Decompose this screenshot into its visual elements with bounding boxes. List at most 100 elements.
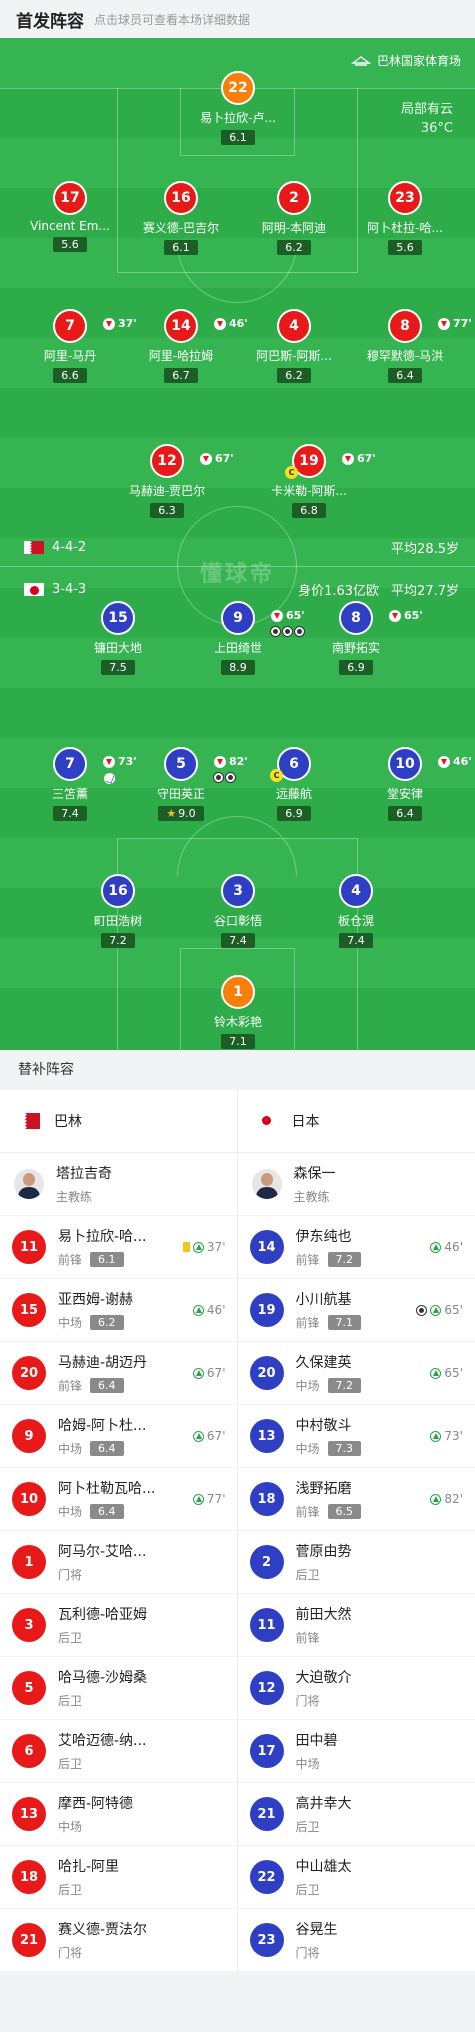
- away-coach[interactable]: 森保一 主教练: [238, 1153, 475, 1215]
- home-sub-player[interactable]: 1阿马尔-艾哈...门将: [0, 1531, 238, 1593]
- subs-home-team[interactable]: 巴林: [0, 1090, 238, 1152]
- away-sub-player[interactable]: 18浅野拓磨前锋6.582': [238, 1468, 475, 1530]
- away-sub-player[interactable]: 23谷晃生门将: [238, 1909, 475, 1971]
- sub-rating: 6.2: [90, 1315, 124, 1330]
- sub-number: 21: [12, 1923, 46, 1957]
- sub-number: 1: [12, 1545, 46, 1579]
- player-name: 町田浩树: [63, 912, 173, 929]
- sub-position: 中场: [58, 1818, 82, 1835]
- home-coach[interactable]: 塔拉吉奇 主教练: [0, 1153, 238, 1215]
- sub-number: 23: [250, 1923, 284, 1957]
- player-name: 阿巴斯-阿斯...: [239, 347, 349, 364]
- sub-number: 9: [12, 1419, 46, 1453]
- player-number: 15: [101, 601, 135, 635]
- home-sub-player[interactable]: 6艾哈迈德-纳...后卫: [0, 1720, 238, 1782]
- player-name: 阿里-哈拉姆: [126, 347, 236, 364]
- away-player[interactable]: 1铃木彩艳7.1: [183, 975, 293, 1049]
- home-player[interactable]: 1967'C卡米勒-阿斯...6.8: [254, 444, 364, 518]
- home-avg-age: 平均28.5岁: [391, 538, 459, 557]
- away-player[interactable]: 16町田浩树7.2: [63, 874, 173, 948]
- home-sub-player[interactable]: 3瓦利德-哈亚姆后卫: [0, 1594, 238, 1656]
- home-sub-player[interactable]: 5哈马德-沙姆桑后卫: [0, 1657, 238, 1719]
- sub-rating: 6.4: [90, 1504, 124, 1519]
- player-name: 马赫迪-贾巴尔: [112, 482, 222, 499]
- player-number: 3: [221, 874, 255, 908]
- sub-rating: 6.1: [90, 1252, 124, 1267]
- away-sub-player[interactable]: 11前田大然前锋: [238, 1594, 475, 1656]
- home-player[interactable]: 877'穆罕默德-马洪6.4: [350, 309, 460, 383]
- away-player[interactable]: 1046'堂安律6.4: [350, 747, 460, 821]
- away-player[interactable]: 773'三笘薰7.4: [15, 747, 125, 821]
- player-name: 上田绮世: [183, 639, 293, 656]
- away-player[interactable]: 3谷口彰悟7.4: [183, 874, 293, 948]
- sub-on-icon: [430, 1368, 441, 1379]
- home-player[interactable]: 16赛义德-巴吉尔6.1: [126, 181, 236, 255]
- subs-away-team[interactable]: 日本: [238, 1090, 475, 1152]
- sub-on-icon: [193, 1242, 204, 1253]
- away-player[interactable]: 865'南野拓实6.9: [301, 601, 411, 675]
- home-player[interactable]: 23阿卜杜拉-哈...5.6: [350, 181, 460, 255]
- away-player[interactable]: 15镰田大地7.5: [63, 601, 173, 675]
- sub-on-icon: [193, 1431, 204, 1442]
- player-name: 赛义德-巴吉尔: [126, 219, 236, 236]
- away-sub-player[interactable]: 13中村敬斗中场7.373': [238, 1405, 475, 1467]
- sub-number: 18: [250, 1482, 284, 1516]
- home-sub-player[interactable]: 10阿卜杜勒瓦哈...中场6.477': [0, 1468, 238, 1530]
- sub-rating: 6.4: [90, 1441, 124, 1456]
- player-rating: 7.2: [101, 933, 135, 948]
- football-icon: [416, 1305, 427, 1316]
- player-number: 1: [221, 975, 255, 1009]
- home-player[interactable]: 737'阿里-马丹6.6: [15, 309, 125, 383]
- away-player[interactable]: 582'守田英正★9.0: [126, 747, 236, 821]
- sub-name: 亚西姆-谢赫: [58, 1289, 133, 1309]
- away-sub-player[interactable]: 21高井幸大后卫: [238, 1783, 475, 1845]
- home-player[interactable]: 4阿巴斯-阿斯...6.2: [239, 309, 349, 383]
- player-rating: 8.9: [221, 660, 255, 675]
- home-player[interactable]: 17Vincent Em...5.6: [15, 181, 125, 252]
- away-sub-player[interactable]: 12大迫敬介门将: [238, 1657, 475, 1719]
- away-player[interactable]: 6C远藤航6.9: [239, 747, 349, 821]
- home-player[interactable]: 2阿明-本阿迪6.2: [239, 181, 349, 255]
- home-sub-player[interactable]: 13摩西-阿特德中场: [0, 1783, 238, 1845]
- sub-position: 后卫: [296, 1566, 320, 1583]
- away-sub-player[interactable]: 20久保建英中场7.265': [238, 1342, 475, 1404]
- sub-name: 赛义德-贾法尔: [58, 1919, 147, 1939]
- star-icon: ★: [166, 807, 176, 820]
- player-rating: 7.1: [221, 1034, 255, 1049]
- sub-off-icon: 67': [200, 444, 234, 474]
- home-player[interactable]: 1267'马赫迪-贾巴尔6.3: [112, 444, 222, 518]
- player-rating: 6.1: [221, 130, 255, 145]
- sub-number: 3: [12, 1608, 46, 1642]
- home-team-row: 4-4-2 平均28.5岁: [24, 538, 459, 557]
- player-name: 易卜拉欣-卢...: [183, 109, 293, 126]
- sub-on-event: 37': [183, 1240, 226, 1254]
- home-sub-player[interactable]: 20马赫迪-胡迈丹前锋6.467': [0, 1342, 238, 1404]
- away-sub-player[interactable]: 22中山雄太后卫: [238, 1846, 475, 1908]
- sub-position: 中场: [58, 1503, 82, 1520]
- away-sub-player[interactable]: 14伊东纯也前锋7.246': [238, 1216, 475, 1278]
- away-sub-player[interactable]: 19小川航基前锋7.165': [238, 1279, 475, 1341]
- subs-home-team-name: 巴林: [54, 1111, 82, 1131]
- sub-number: 22: [250, 1860, 284, 1894]
- player-number: 6C: [277, 747, 311, 781]
- away-player[interactable]: 965'上田绮世8.9: [183, 601, 293, 675]
- away-player[interactable]: 4板仓滉7.4: [301, 874, 411, 948]
- goal-icons: [270, 626, 305, 637]
- sub-position: 门将: [58, 1944, 82, 1961]
- home-sub-player[interactable]: 21 赛义德-贾法尔门将: [0, 1909, 238, 1971]
- player-rating: 6.9: [277, 806, 311, 821]
- player-number: 865': [339, 601, 373, 635]
- home-sub-player[interactable]: 15亚西姆-谢赫中场6.246': [0, 1279, 238, 1341]
- home-sub-player[interactable]: 11易卜拉欣-哈...前锋6.137': [0, 1216, 238, 1278]
- home-player[interactable]: 1446'阿里-哈拉姆6.7: [126, 309, 236, 383]
- home-player[interactable]: 22易卜拉欣-卢...6.1: [183, 71, 293, 145]
- player-rating: 5.6: [388, 240, 422, 255]
- away-sub-player[interactable]: 17田中碧中场: [238, 1720, 475, 1782]
- away-sub-player[interactable]: 2菅原由势后卫: [238, 1531, 475, 1593]
- home-sub-player[interactable]: 9哈姆-阿卜杜...中场6.467': [0, 1405, 238, 1467]
- player-rating: 6.3: [150, 503, 184, 518]
- away-formation: 3-4-3: [52, 582, 86, 597]
- sub-on-icon: [430, 1305, 441, 1316]
- player-rating: 6.4: [388, 368, 422, 383]
- home-sub-player[interactable]: 18哈扎-阿里后卫: [0, 1846, 238, 1908]
